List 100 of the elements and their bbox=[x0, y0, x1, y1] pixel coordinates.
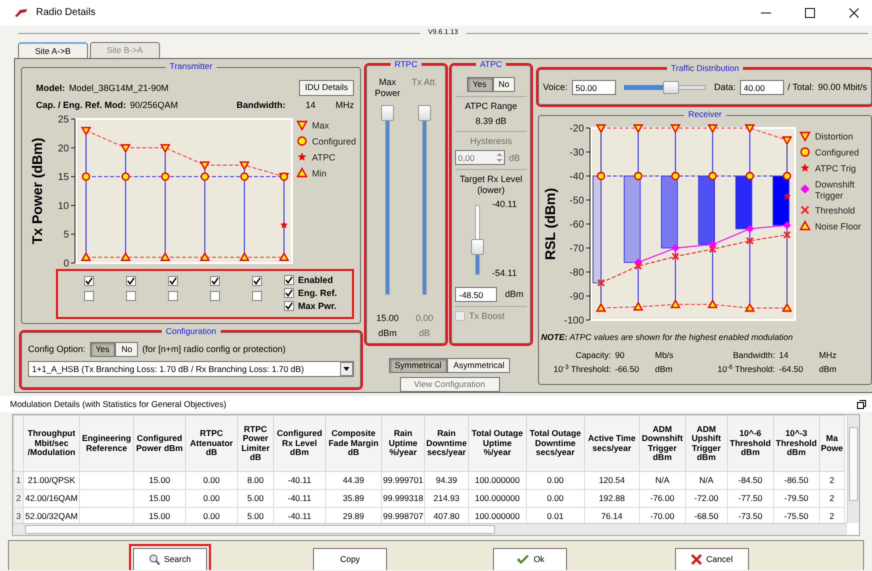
toggle-button[interactable]: Asymmetrical bbox=[447, 358, 510, 373]
stat-label: Bandwidth: bbox=[732, 350, 776, 360]
app-icon bbox=[14, 8, 28, 18]
maximize-icon[interactable] bbox=[805, 8, 815, 18]
checkbox[interactable] bbox=[284, 275, 294, 286]
dialog-button[interactable]: Cancel bbox=[675, 548, 749, 570]
checkbox[interactable] bbox=[284, 300, 294, 311]
table-cell: -86.50 bbox=[773, 472, 820, 490]
vertical-scrollbar[interactable] bbox=[847, 415, 859, 523]
tick-label: 25 bbox=[58, 114, 69, 126]
checkbox[interactable] bbox=[126, 291, 136, 301]
legend-label: ATPC bbox=[312, 152, 336, 162]
column-header[interactable]: Throughput Mbit/sec /Modulation bbox=[24, 416, 80, 472]
cancel-icon bbox=[691, 554, 702, 565]
column-header[interactable]: Configured Power dBm bbox=[134, 416, 186, 472]
column-header[interactable]: Active Time secs/year bbox=[584, 416, 640, 472]
group-title: Traffic Distribution bbox=[666, 64, 744, 72]
triangle-marker bbox=[200, 252, 210, 261]
column-header[interactable]: Ma Powe bbox=[819, 416, 845, 472]
unit-label: Mb/s bbox=[655, 350, 674, 360]
checkbox[interactable] bbox=[252, 291, 262, 301]
checkbox[interactable] bbox=[210, 291, 220, 301]
checkbox[interactable] bbox=[168, 291, 178, 301]
column-header[interactable]: Rain Uptime %/year bbox=[382, 416, 425, 472]
dialog-button[interactable]: Ok bbox=[493, 548, 567, 570]
checkbox[interactable] bbox=[84, 276, 94, 286]
close-icon[interactable] bbox=[849, 8, 859, 18]
table-cell: 35.89 bbox=[326, 490, 382, 508]
column-header[interactable]: ADM Downshift Trigger dBm bbox=[639, 416, 686, 472]
horizontal-scrollbar[interactable] bbox=[13, 523, 847, 535]
bar bbox=[735, 176, 752, 230]
voice-field[interactable]: 50.00 bbox=[572, 80, 616, 95]
checkbox[interactable] bbox=[252, 276, 262, 286]
toggle-button[interactable]: No bbox=[492, 77, 516, 92]
table-cell: N/A bbox=[639, 472, 686, 490]
column-header[interactable]: Total Outage Downtime secs/year bbox=[526, 416, 584, 472]
config-dropdown[interactable]: 1+1_A_HSB (Tx Branching Loss: 1.70 dB / Rx Branching Loss: 1.70 dB) bbox=[28, 361, 354, 378]
toggle-button[interactable]: Yes bbox=[90, 342, 116, 358]
table-cell: 99.999318 bbox=[382, 490, 425, 508]
triangle-marker bbox=[296, 120, 308, 131]
tick-label: -50 bbox=[570, 196, 584, 206]
slider-thumb[interactable] bbox=[662, 81, 679, 94]
field-value: Model_38G14M_21-90M bbox=[69, 82, 170, 94]
toggle-button[interactable]: Yes bbox=[466, 77, 492, 92]
column-header[interactable]: Configured Rx Level dBm bbox=[274, 416, 326, 472]
tab[interactable]: Site A->B bbox=[18, 42, 88, 58]
diamond-marker bbox=[708, 240, 717, 248]
legend-label: ATPC Trig bbox=[815, 164, 856, 174]
unit-label: MHz bbox=[819, 350, 838, 360]
column-header[interactable]: 10^-6 Threshold dBm bbox=[727, 416, 774, 472]
slider-thumb[interactable] bbox=[381, 105, 394, 121]
table-cell: 192.88 bbox=[584, 490, 640, 508]
toggle-button[interactable]: Symmetrical bbox=[388, 358, 448, 373]
slider-min-label: -54.11 bbox=[492, 268, 517, 280]
checkbox[interactable] bbox=[168, 276, 178, 286]
tick-label: -20 bbox=[570, 124, 584, 134]
column-header[interactable]: Engineering Reference bbox=[80, 416, 134, 472]
data-field[interactable]: 40.00 bbox=[740, 80, 784, 95]
cross-marker bbox=[746, 236, 754, 245]
dialog-button[interactable]: Copy bbox=[313, 548, 387, 570]
table-cell: 8.00 bbox=[238, 472, 274, 490]
legend-label: Downshift Trigger bbox=[815, 180, 855, 200]
checkbox[interactable] bbox=[84, 291, 94, 301]
circle-marker bbox=[708, 172, 717, 180]
circle-marker bbox=[746, 172, 754, 180]
group-title: Receiver bbox=[684, 110, 726, 118]
star-marker bbox=[280, 220, 288, 228]
column-header[interactable]: Total Outage Uptime %/year bbox=[468, 416, 526, 472]
toggle-button[interactable]: No bbox=[115, 342, 138, 358]
triangle-marker bbox=[782, 302, 792, 312]
triangle-marker bbox=[707, 298, 718, 308]
triangle-marker bbox=[160, 144, 170, 154]
column-header[interactable]: RTPC Power Limiter dB bbox=[238, 416, 274, 472]
dialog-button[interactable]: Search bbox=[133, 548, 207, 570]
slider-label: Tx Att. bbox=[412, 77, 438, 89]
slider-track[interactable] bbox=[624, 81, 706, 94]
checkbox[interactable] bbox=[126, 276, 136, 286]
row-number: 1 bbox=[14, 472, 24, 490]
check-icon bbox=[516, 554, 530, 565]
triangle-marker bbox=[744, 124, 755, 134]
note-text: NOTE: ATPC values are shown for the highest enabled modulation bbox=[541, 332, 794, 342]
column-header[interactable]: Rain Downtime secs/year bbox=[424, 416, 468, 472]
star-marker bbox=[800, 164, 810, 172]
table-cell: -77.50 bbox=[727, 490, 774, 508]
checkbox[interactable] bbox=[284, 288, 294, 298]
diamond-marker bbox=[783, 221, 791, 230]
unit-label: MHz bbox=[336, 100, 354, 110]
column-header[interactable]: 10^-3 Threshold dBm bbox=[773, 416, 820, 472]
column-header[interactable]: ADM Upshift Trigger dBm bbox=[685, 416, 728, 472]
checkbox[interactable] bbox=[210, 276, 220, 286]
slider-thumb[interactable] bbox=[471, 239, 484, 256]
column-header[interactable]: Composite Fade Margin dB bbox=[326, 416, 382, 472]
table-cell: 15.00 bbox=[134, 472, 186, 490]
field-value: 90/256QAM bbox=[130, 100, 180, 110]
triangle-marker bbox=[799, 220, 811, 230]
target-level-field[interactable]: -48.50 bbox=[455, 287, 497, 302]
bar bbox=[772, 176, 790, 226]
idu-details-button[interactable]: IDU Details bbox=[299, 80, 354, 96]
diamond-marker bbox=[746, 224, 754, 233]
column-header[interactable]: RTPC Attenuator dB bbox=[186, 416, 238, 472]
